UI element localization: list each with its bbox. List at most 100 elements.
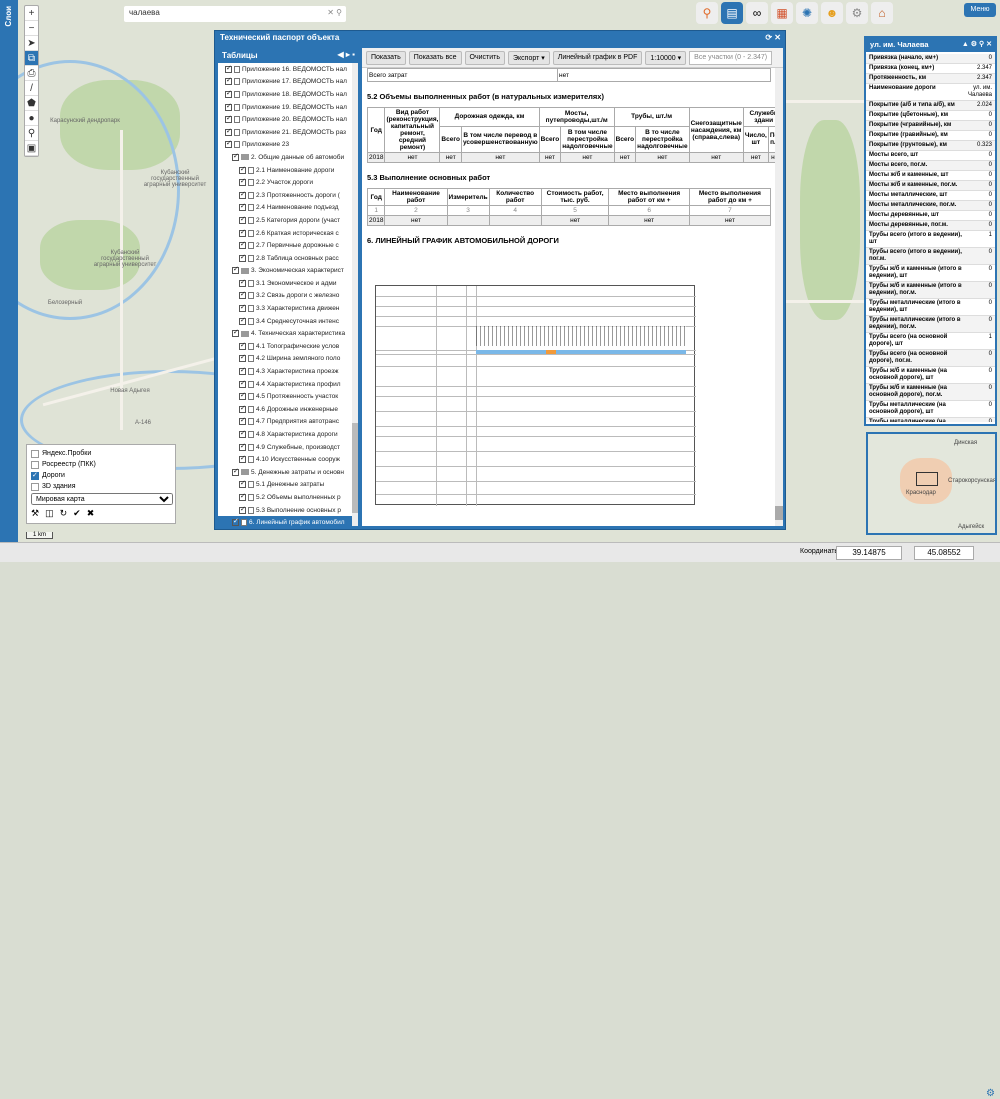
gear-icon[interactable]: ⚙: [846, 2, 868, 24]
tree-item[interactable]: 4.10 Искусственные сооруж: [218, 453, 358, 466]
draw-line-icon[interactable]: /: [25, 81, 38, 96]
show-all-button[interactable]: Показать все: [408, 50, 462, 65]
document-scrollbar[interactable]: [775, 68, 783, 526]
search-field[interactable]: чалаева ✕ ⚲: [124, 6, 346, 22]
home-icon[interactable]: ⌂: [871, 2, 893, 24]
tree-checkbox[interactable]: [239, 479, 246, 489]
tree-item[interactable]: Приложение 18. ВЕДОМОСТЬ нал: [218, 88, 358, 101]
checkbox[interactable]: [31, 460, 39, 469]
tree-checkbox[interactable]: [232, 328, 239, 338]
tree-item[interactable]: 5.3 Выполнение основных р: [218, 504, 358, 517]
tree-checkbox[interactable]: [239, 253, 246, 262]
tree-checkbox[interactable]: [225, 64, 232, 73]
tree-item[interactable]: 4.1 Топографические услов: [218, 340, 358, 353]
expand-icon[interactable]: ▸: [346, 50, 350, 59]
place-marker-icon[interactable]: ⚲: [25, 126, 38, 141]
close-icon[interactable]: ✕: [986, 41, 992, 48]
tree-item[interactable]: 4.2 Ширина земляного поло: [218, 353, 358, 366]
tree-item[interactable]: 5.2 Объемы выполненных р: [218, 491, 358, 504]
tree-item[interactable]: 2.5 Категория дороги (участ: [218, 214, 358, 227]
tree-checkbox[interactable]: [239, 429, 246, 439]
photo-icon[interactable]: ▦: [771, 2, 793, 24]
tree-checkbox[interactable]: [232, 152, 239, 161]
tree-item[interactable]: 5. Денежные затраты и основн: [218, 466, 358, 479]
layers-icon[interactable]: ⧉: [25, 51, 38, 66]
checkbox[interactable]: [31, 471, 39, 480]
draw-point-icon[interactable]: ●: [25, 111, 38, 126]
menu-button[interactable]: Меню: [964, 3, 996, 17]
tree-item[interactable]: 3. Экономическая характерист: [218, 265, 358, 278]
tree-checkbox[interactable]: [239, 215, 246, 224]
tree-checkbox[interactable]: [225, 139, 232, 149]
locate-icon[interactable]: ⚲: [979, 41, 984, 48]
tree-checkbox[interactable]: [239, 290, 246, 300]
tree-checkbox[interactable]: [239, 454, 246, 464]
close-icon[interactable]: ✖: [87, 508, 95, 519]
latitude-field[interactable]: 45.08552: [914, 546, 974, 560]
clear-icon[interactable]: ✕: [327, 8, 334, 17]
linear-pdf-button[interactable]: Линейный график в PDF: [552, 50, 643, 65]
tree-checkbox[interactable]: [239, 416, 246, 426]
tree-checkbox[interactable]: [239, 240, 246, 250]
tree-checkbox[interactable]: [239, 505, 246, 514]
tree-item[interactable]: Приложение 16. ВЕДОМОСТЬ нал: [218, 63, 358, 76]
tree-item[interactable]: 4.5 Протяженность участок: [218, 390, 358, 403]
tree-item[interactable]: 4.4 Характеристика профил: [218, 378, 358, 391]
user-icon[interactable]: ☻: [821, 2, 843, 24]
settings-icon[interactable]: ⚙: [971, 41, 977, 48]
view-frame[interactable]: [916, 472, 938, 486]
tree-checkbox[interactable]: [239, 165, 246, 174]
layer-toggle[interactable]: Росреестр (ПКК): [31, 459, 171, 470]
tree-item[interactable]: 2.7 Первичные дорожные с: [218, 239, 358, 252]
tree-checkbox[interactable]: [225, 114, 232, 124]
tree-item[interactable]: Приложение 17. ВЕДОМОСТЬ нал: [218, 76, 358, 89]
tree-item[interactable]: 4.8 Характеристика дороги: [218, 428, 358, 441]
tree-item[interactable]: 4. Техническая характеристика: [218, 327, 358, 340]
scale-select[interactable]: 1:10000 ▾: [645, 50, 687, 65]
tree-checkbox[interactable]: [239, 379, 246, 388]
tree-item[interactable]: 3.2 Связь дороги с железно: [218, 290, 358, 303]
tree-checkbox[interactable]: [225, 76, 232, 86]
clear-button[interactable]: Очистить: [464, 50, 505, 65]
tree-item[interactable]: 5.1 Денежные затраты: [218, 479, 358, 492]
tree-item[interactable]: Приложение 20. ВЕДОМОСТЬ нал: [218, 113, 358, 126]
checkbox[interactable]: [31, 482, 39, 491]
refresh-icon[interactable]: ↻: [60, 508, 68, 519]
refresh-icon[interactable]: ⟳: [765, 33, 772, 42]
tree-checkbox[interactable]: [239, 442, 246, 451]
tree-checkbox[interactable]: [239, 278, 246, 287]
tree-checkbox[interactable]: [239, 492, 246, 501]
tree-item[interactable]: 2.2 Участок дороги: [218, 176, 358, 189]
tree-checkbox[interactable]: [232, 517, 239, 526]
network-icon[interactable]: ✺: [796, 2, 818, 24]
collapse-icon[interactable]: ▲: [962, 41, 969, 48]
tree-checkbox[interactable]: [239, 177, 246, 187]
checkbox[interactable]: [31, 449, 39, 458]
tree-item[interactable]: 2.1 Наименование дороги: [218, 164, 358, 177]
search-icon[interactable]: ⚲: [336, 8, 342, 17]
tree-item[interactable]: 2.8 Таблица основных расс: [218, 252, 358, 265]
tree-checkbox[interactable]: [239, 190, 246, 199]
show-button[interactable]: Показать: [366, 50, 406, 65]
search-input[interactable]: чалаева: [129, 8, 160, 17]
tree-scrollbar[interactable]: [352, 63, 358, 526]
draw-polygon-icon[interactable]: ⬟: [25, 96, 38, 111]
passport-icon[interactable]: ▤: [721, 2, 743, 24]
locate-icon[interactable]: ➤: [25, 36, 38, 51]
tree-item[interactable]: 3.3 Характеристика движен: [218, 302, 358, 315]
tree-item[interactable]: 6. Линейный график автомобил: [218, 516, 358, 526]
layer-toggle[interactable]: 3D здания: [31, 481, 171, 492]
tree-item[interactable]: 4.3 Характеристика проезж: [218, 365, 358, 378]
sections-input[interactable]: Все участки (0 - 2.347): [689, 50, 773, 65]
tree-item[interactable]: 2.4 Наименование подъезд: [218, 202, 358, 215]
tree-checkbox[interactable]: [232, 265, 239, 275]
tree-item[interactable]: 3.4 Среднесуточная интенс: [218, 315, 358, 328]
print-icon[interactable]: ⎙: [25, 66, 38, 81]
apply-icon[interactable]: ✔: [73, 508, 81, 519]
stack-icon[interactable]: ◫: [45, 508, 54, 519]
import-icon[interactable]: ▣: [25, 141, 38, 156]
tree-checkbox[interactable]: [239, 202, 246, 212]
tree-item[interactable]: 4.6 Дорожные инженерные: [218, 403, 358, 416]
tree-checkbox[interactable]: [239, 303, 246, 313]
basemap-select[interactable]: Мировая карта: [31, 493, 173, 505]
